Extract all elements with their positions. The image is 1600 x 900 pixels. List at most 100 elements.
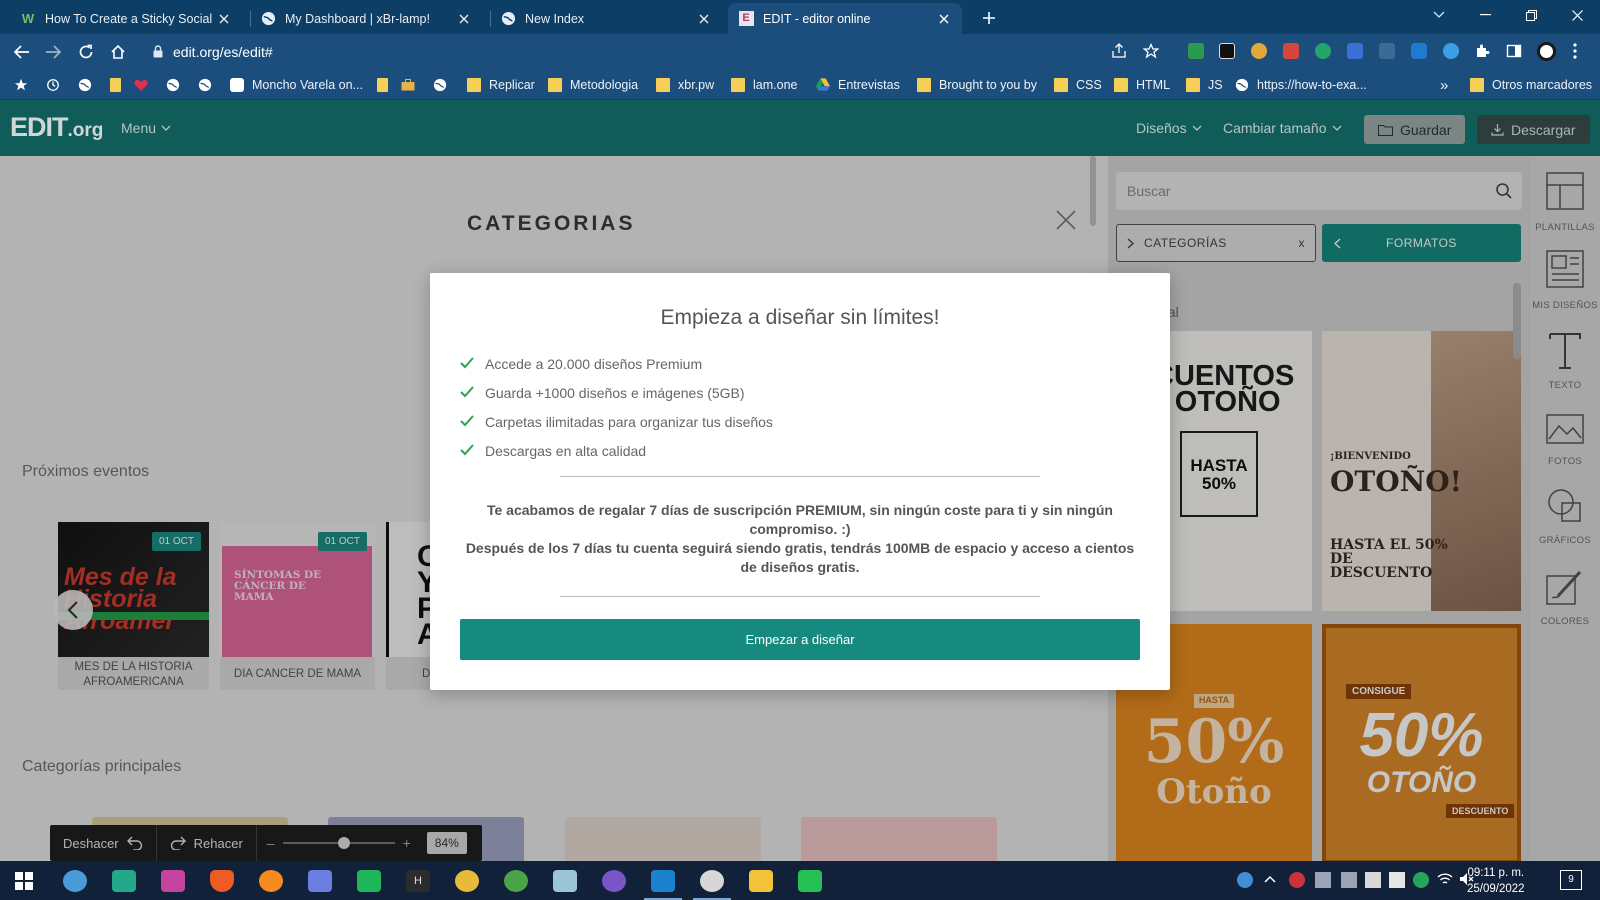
- start-designing-button[interactable]: Empezar a diseñar: [460, 619, 1140, 660]
- globe-icon[interactable]: [198, 75, 212, 95]
- new-tab-button[interactable]: [978, 7, 1000, 29]
- divider: [560, 476, 1040, 477]
- share-icon[interactable]: [1111, 43, 1127, 59]
- help-icon[interactable]: [1237, 872, 1253, 888]
- close-tab-icon[interactable]: [216, 11, 232, 27]
- notifications-button[interactable]: 9: [1560, 870, 1582, 890]
- site-icon: [230, 78, 244, 92]
- vscode-icon[interactable]: [651, 870, 675, 892]
- history-icon[interactable]: [46, 75, 60, 95]
- forward-button[interactable]: [42, 41, 64, 63]
- heart-icon[interactable]: [134, 75, 148, 95]
- close-tab-icon[interactable]: [696, 11, 712, 27]
- close-tab-icon[interactable]: [936, 11, 952, 27]
- minimize-button[interactable]: [1462, 0, 1508, 30]
- wifi-icon[interactable]: [1437, 872, 1453, 888]
- bookmark-brought[interactable]: Brought to you by: [917, 75, 1037, 95]
- app-icon[interactable]: [308, 870, 332, 892]
- cookie-extension-icon[interactable]: [1251, 43, 1267, 59]
- browser-tab-active[interactable]: E EDIT - editor online: [728, 3, 962, 34]
- restore-button[interactable]: [1508, 0, 1554, 30]
- bookmark-html[interactable]: HTML: [1114, 75, 1170, 95]
- drive-extension-icon[interactable]: [1188, 43, 1204, 59]
- file-explorer-icon[interactable]: [749, 870, 773, 892]
- bookmark-replicar[interactable]: Replicar: [467, 75, 535, 95]
- system-clock[interactable]: 09:11 p. m. 25/09/2022: [1467, 865, 1525, 897]
- app-icon[interactable]: [112, 870, 136, 892]
- hp-extension-icon[interactable]: [1411, 43, 1427, 59]
- app-icon[interactable]: [798, 870, 822, 892]
- extension-badge-icon[interactable]: [1379, 43, 1395, 59]
- globe-icon[interactable]: [166, 75, 180, 95]
- close-window-button[interactable]: [1554, 0, 1600, 30]
- check-icon: [460, 443, 474, 458]
- chrome-icon[interactable]: [455, 870, 479, 892]
- bookmark-lamone[interactable]: lam.one: [731, 75, 797, 95]
- globe-icon[interactable]: [433, 75, 447, 95]
- tray-app-icon[interactable]: [1341, 872, 1357, 888]
- lock-icon[interactable]: [153, 45, 163, 58]
- shield-extension-icon[interactable]: [1315, 43, 1331, 59]
- bookmark-entrevistas[interactable]: Entrevistas: [816, 75, 900, 95]
- home-button[interactable]: [107, 41, 129, 63]
- edit-logo[interactable]: EDIT.org: [10, 112, 103, 143]
- chrome-icon[interactable]: [700, 870, 724, 892]
- bookmark-star-icon[interactable]: [1143, 43, 1159, 59]
- folder-icon: [1470, 78, 1484, 92]
- browser-tab[interactable]: My Dashboard | xBr-lamp!: [250, 3, 482, 34]
- bookmark-xbr[interactable]: xbr.pw: [656, 75, 714, 95]
- bookmark-css[interactable]: CSS: [1054, 75, 1102, 95]
- github-icon[interactable]: [602, 870, 626, 892]
- translate-extension-icon[interactable]: [1347, 43, 1363, 59]
- bookmarks-overflow-button[interactable]: »: [1440, 75, 1448, 95]
- chevron-up-icon[interactable]: [1263, 872, 1279, 888]
- side-panel-icon[interactable]: [1506, 43, 1522, 59]
- app-icon[interactable]: [553, 870, 577, 892]
- app-icon[interactable]: [357, 870, 381, 892]
- brave-icon[interactable]: [210, 870, 234, 892]
- firefox-icon[interactable]: [259, 870, 283, 892]
- puzzle-icon[interactable]: [1474, 43, 1490, 59]
- divider: [560, 596, 1040, 597]
- tray-app-icon[interactable]: [1389, 872, 1405, 888]
- tray-app-icon[interactable]: [1315, 872, 1331, 888]
- bookmark-js[interactable]: JS: [1186, 75, 1223, 95]
- menu-dropdown[interactable]: Menu: [121, 120, 171, 136]
- bookmark-how-to[interactable]: https://how-to-exa...: [1235, 75, 1367, 95]
- mail-extension-icon[interactable]: [1219, 43, 1235, 59]
- other-bookmarks[interactable]: Otros marcadores: [1470, 75, 1592, 95]
- chevron-down-icon: [1192, 125, 1202, 131]
- folder-icon: [656, 78, 670, 92]
- briefcase-icon[interactable]: [401, 75, 415, 95]
- extension-icon[interactable]: [1283, 43, 1299, 59]
- globe-icon[interactable]: [78, 75, 92, 95]
- profile-avatar[interactable]: [1537, 42, 1556, 61]
- app-icon[interactable]: H: [406, 870, 430, 892]
- chrome-icon[interactable]: [504, 870, 528, 892]
- reload-button[interactable]: [75, 41, 97, 63]
- bookmark-metodologia[interactable]: Metodologia: [548, 75, 638, 95]
- folder-icon[interactable]: [110, 75, 121, 95]
- address-bar[interactable]: edit.org/es/edit#: [143, 38, 1159, 65]
- resize-dropdown[interactable]: Cambiar tamaño: [1223, 120, 1342, 136]
- browser-tab[interactable]: W How To Create a Sticky Social Me: [10, 3, 242, 34]
- tab-search-icon[interactable]: [1416, 0, 1462, 30]
- back-button[interactable]: [11, 41, 33, 63]
- tray-app-icon[interactable]: [1289, 872, 1305, 888]
- security-icon[interactable]: [1413, 872, 1429, 888]
- download-button[interactable]: Descargar: [1477, 115, 1590, 144]
- designs-dropdown[interactable]: Diseños: [1136, 120, 1202, 136]
- browser-tab[interactable]: New Index: [490, 3, 722, 34]
- chrome-icon[interactable]: [63, 870, 87, 892]
- folder-icon[interactable]: [377, 75, 388, 95]
- app-icon[interactable]: [161, 870, 185, 892]
- windows-start-icon[interactable]: [15, 872, 33, 890]
- battery-icon[interactable]: [1365, 872, 1381, 888]
- close-tab-icon[interactable]: [456, 11, 472, 27]
- kebab-menu-icon[interactable]: [1573, 43, 1577, 59]
- promo-message: Te acabamos de regalar 7 días de suscrip…: [465, 502, 1135, 575]
- bookmark-moncho[interactable]: Moncho Varela on...: [230, 75, 363, 95]
- star-icon[interactable]: [14, 75, 28, 95]
- extension-icon[interactable]: [1443, 43, 1459, 59]
- save-button[interactable]: Guardar: [1364, 115, 1466, 144]
